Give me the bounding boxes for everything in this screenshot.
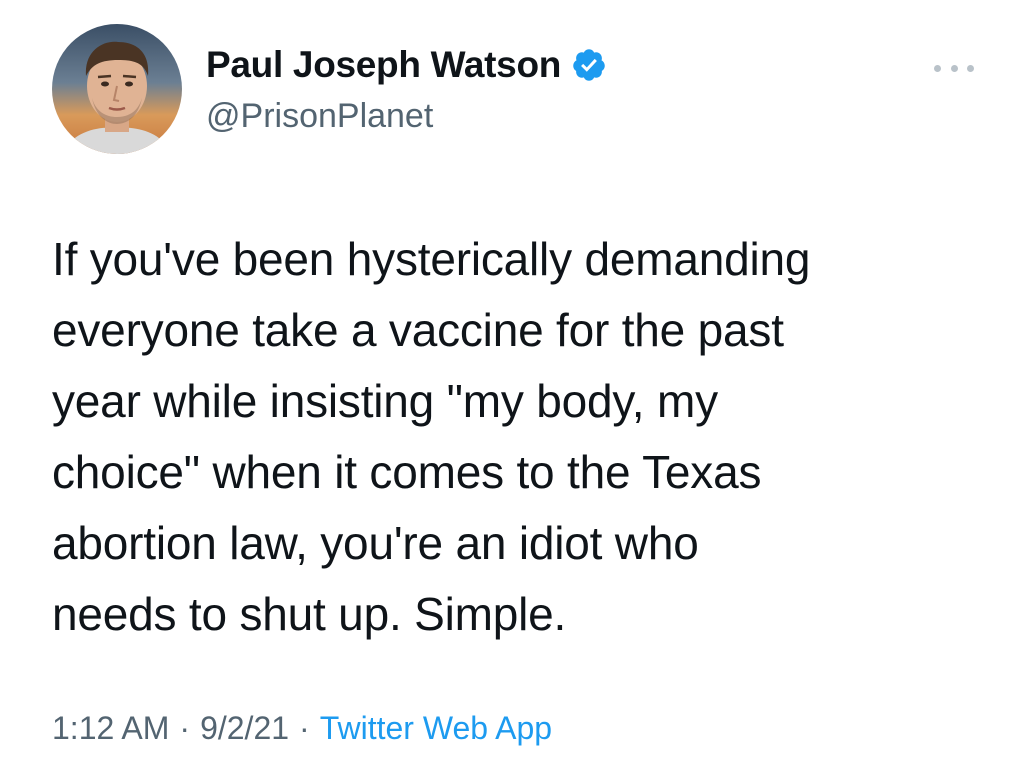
- user-handle[interactable]: @PrisonPlanet: [206, 97, 433, 136]
- separator: ·: [299, 710, 310, 746]
- display-name[interactable]: Paul Joseph Watson: [206, 44, 607, 86]
- tweet-metadata: 1:12 AM · 9/2/21 · Twitter Web App: [52, 710, 552, 747]
- separator: ·: [179, 710, 191, 746]
- avatar-image: [52, 24, 182, 154]
- tweet: Paul Joseph Watson @PrisonPlanet If you'…: [0, 0, 1024, 781]
- display-name-text: Paul Joseph Watson: [206, 44, 562, 85]
- more-dot: [934, 64, 941, 72]
- more-dot: [967, 64, 974, 72]
- avatar[interactable]: [52, 24, 182, 154]
- tweet-time[interactable]: 1:12 AM: [52, 710, 169, 746]
- tweet-text: If you've been hysterically demanding ev…: [52, 233, 811, 640]
- tweet-date[interactable]: 9/2/21: [200, 710, 289, 746]
- verified-badge-icon: [573, 49, 605, 81]
- tweet-source-link[interactable]: Twitter Web App: [320, 710, 552, 746]
- more-options-icon[interactable]: [934, 58, 974, 78]
- more-dot: [950, 64, 958, 72]
